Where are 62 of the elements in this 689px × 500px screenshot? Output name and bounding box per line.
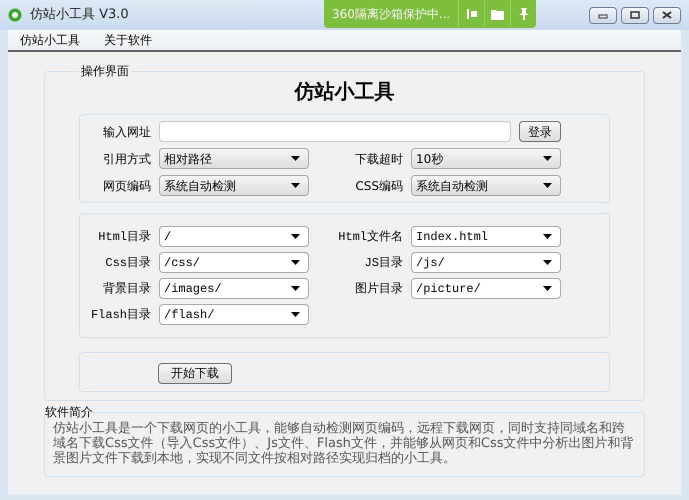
field-label: 输入网址 xyxy=(102,124,152,140)
field-label: Css目录 xyxy=(104,254,152,272)
dropdown-field[interactable]: 相对路径 xyxy=(159,148,309,169)
main-heading: 仿站小工具 xyxy=(292,78,396,105)
app-logo-icon xyxy=(8,8,22,22)
field-label: Html目录 xyxy=(97,228,152,246)
dropdown-arrow-icon xyxy=(543,156,552,161)
dropdown-arrow-icon xyxy=(543,234,552,239)
dropdown-arrow-icon xyxy=(543,183,552,188)
dropdown-value: /images/ xyxy=(164,280,222,298)
login-button[interactable]: 登录 xyxy=(519,121,561,142)
dropdown-value: /picture/ xyxy=(416,280,481,298)
field-label: JS目录 xyxy=(364,254,404,272)
start-download-button[interactable]: 开始下载 xyxy=(158,362,232,384)
dropdown-arrow-icon xyxy=(291,260,300,265)
group-legend: 软件简介 xyxy=(45,403,93,421)
dropdown-value: 10秒 xyxy=(416,150,444,168)
dropdown-arrow-icon xyxy=(291,234,300,239)
dropdown-field[interactable]: 系统自动检测 xyxy=(159,175,309,196)
dropdown-arrow-icon xyxy=(291,156,300,161)
dropdown-field[interactable]: /css/ xyxy=(159,252,309,273)
minimize-button[interactable] xyxy=(589,6,617,24)
menu-item[interactable]: 关于软件 xyxy=(104,31,152,49)
dropdown-value: Index.html xyxy=(416,228,488,246)
dropdown-field[interactable]: /flash/ xyxy=(159,304,309,325)
dropdown-value: /css/ xyxy=(164,254,200,272)
close-icon xyxy=(662,11,672,19)
dropdown-arrow-icon xyxy=(543,286,552,291)
dropdown-field[interactable]: / xyxy=(159,226,309,247)
dropdown-value: / xyxy=(164,228,172,246)
maximize-icon xyxy=(630,11,640,19)
dropdown-field[interactable]: 系统自动检测 xyxy=(411,175,561,196)
dropdown-value: 系统自动检测 xyxy=(416,178,488,194)
field-label: 引用方式 xyxy=(102,150,152,168)
dropdown-value: 系统自动检测 xyxy=(164,178,236,194)
field-label: 网页编码 xyxy=(102,178,152,194)
about-text: 仿站小工具是一个下载网页的小工具，能够自动检测网页编码，远程下载网页，同时支持同域名和跨域名下载Css文件（导入Css文件）、Js文件、Flash文件，并能够从网页和Css文件中分析出图片和背景图片文件下载到本地，实现不同文件按相对路径实现归档的小工具。 xyxy=(53,421,635,466)
dropdown-field[interactable]: 10秒 xyxy=(411,148,561,169)
group-legend: 操作界面 xyxy=(79,62,131,80)
field-label: 图片目录 xyxy=(354,280,404,298)
dropdown-value: 相对路径 xyxy=(164,150,212,168)
dropdown-field[interactable]: /images/ xyxy=(159,278,309,299)
dropdown-field[interactable]: /picture/ xyxy=(411,278,561,299)
dropdown-field[interactable]: Index.html xyxy=(411,226,561,247)
dropdown-arrow-icon xyxy=(543,260,552,265)
field-label: Html文件名 xyxy=(337,228,404,246)
dropdown-arrow-icon xyxy=(291,312,300,317)
close-button[interactable] xyxy=(653,6,681,24)
field-label: Flash目录 xyxy=(90,306,152,324)
dropdown-arrow-icon xyxy=(291,286,300,291)
dropdown-value: /flash/ xyxy=(164,306,214,324)
dropdown-value: /js/ xyxy=(416,254,445,272)
field-label: 下载超时 xyxy=(354,150,404,168)
maximize-button[interactable] xyxy=(621,6,649,24)
sandbox-status: 360隔离沙箱保护中... xyxy=(331,6,452,23)
dropdown-arrow-icon xyxy=(291,183,300,188)
url-input[interactable] xyxy=(159,121,511,142)
menu-item[interactable]: 仿站小工具 xyxy=(20,31,80,49)
field-label: 背景目录 xyxy=(102,280,152,298)
window-title: 仿站小工具 V3.0 xyxy=(30,6,129,24)
dropdown-field[interactable]: /js/ xyxy=(411,252,561,273)
field-label: CSS编码 xyxy=(354,178,404,194)
